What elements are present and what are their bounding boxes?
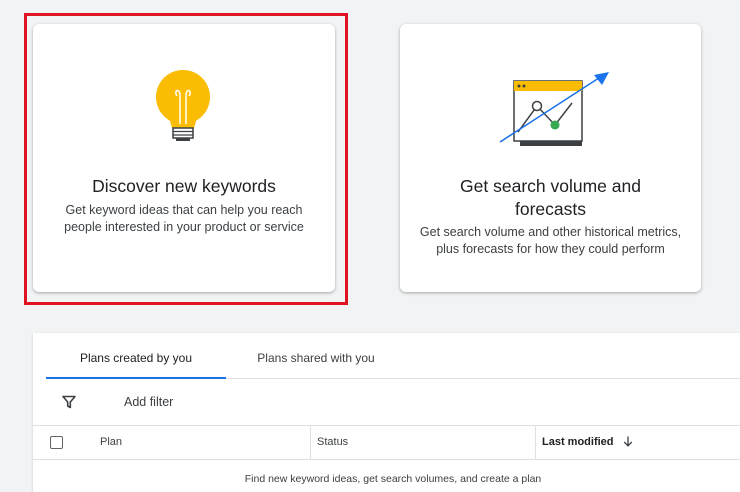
lightbulb-icon	[156, 70, 210, 141]
column-divider	[535, 426, 536, 459]
empty-state-message: Find new keyword ideas, get search volum…	[244, 473, 542, 485]
plans-tabs: Plans created by you Plans shared with y…	[46, 333, 740, 379]
last-modified-label: Last modified	[542, 436, 614, 448]
discover-card-title: Discover new keywords	[92, 176, 276, 196]
column-header-plan[interactable]: Plan	[100, 426, 122, 459]
discover-keywords-card[interactable]: Discover new keywords Get keyword ideas …	[33, 24, 335, 292]
column-divider	[310, 426, 311, 459]
filter-bar: Add filter	[33, 380, 740, 426]
plans-panel: Plans created by you Plans shared with y…	[33, 333, 740, 492]
arrow-down-icon	[623, 436, 632, 447]
table-header: Plan Status Last modified	[33, 426, 740, 460]
column-header-last-modified[interactable]: Last modified	[542, 426, 633, 459]
tab-plans-created-by-you[interactable]: Plans created by you	[46, 333, 226, 379]
filter-icon[interactable]	[62, 395, 76, 409]
select-all-checkbox[interactable]	[50, 436, 63, 449]
trend-chart-icon	[499, 72, 609, 146]
forecast-card-description: Get search volume and other historical m…	[419, 225, 682, 256]
add-filter-button[interactable]: Add filter	[124, 395, 173, 409]
search-volume-card[interactable]: Get search volume and forecasts Get sear…	[400, 24, 701, 292]
forecast-card-title: Get search volume and forecasts	[460, 176, 641, 219]
column-header-status[interactable]: Status	[317, 426, 348, 459]
discover-card-description: Get keyword ideas that can help you reac…	[64, 203, 304, 234]
tab-plans-shared-with-you[interactable]: Plans shared with you	[246, 333, 386, 378]
